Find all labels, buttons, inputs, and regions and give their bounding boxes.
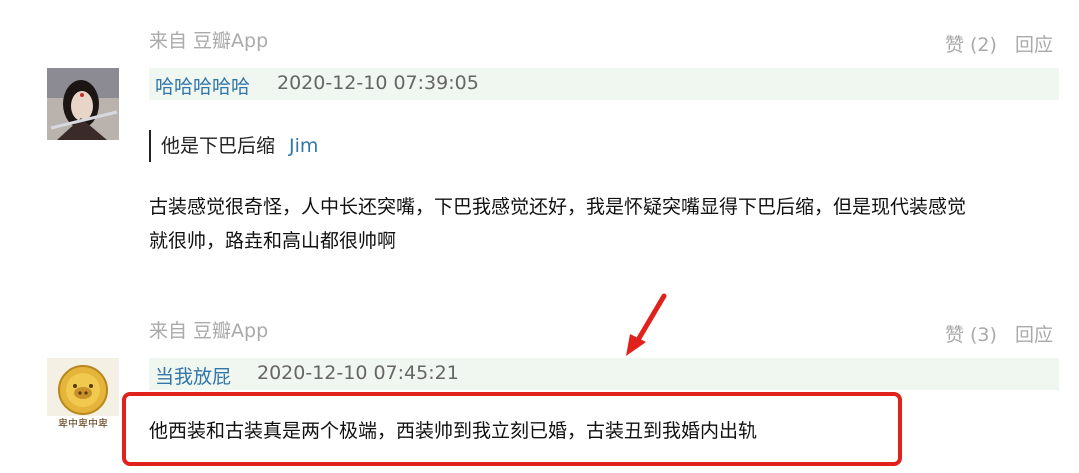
comment-2-username[interactable]: 当我放屁 <box>155 362 231 389</box>
comment-1-source: 来自 豆瓣App <box>149 30 269 52</box>
comment-1-content: 古装感觉很奇怪，人中长还突嘴，下巴我感觉还好，我是怀疑突嘴显得下巴后缩，但是现代… <box>149 190 966 258</box>
comment-2-actions: 赞 (3) 回应 <box>933 320 1053 347</box>
comment-1-header: 哈哈哈哈哈 2020-12-10 07:39:05 <box>149 68 1059 100</box>
comment-1-username[interactable]: 哈哈哈哈哈 <box>155 72 250 99</box>
comment-1-avatar[interactable] <box>47 68 119 140</box>
comment-1-quote: 他是下巴后缩 Jim <box>149 130 318 162</box>
comment-1-like-button[interactable]: 赞 (2) <box>945 34 997 56</box>
comment-1-content-line-1: 古装感觉很奇怪，人中长还突嘴，下巴我感觉还好，我是怀疑突嘴显得下巴后缩，但是现代… <box>149 196 967 218</box>
annotation-arrow-icon <box>626 293 667 356</box>
comment-2-source: 来自 豆瓣App <box>149 320 269 342</box>
comment-2-header: 当我放屁 2020-12-10 07:45:21 <box>149 358 1059 390</box>
comment-1-quote-author[interactable]: Jim <box>289 135 318 157</box>
comment-1-quote-text: 他是下巴后缩 <box>161 135 276 157</box>
comment-1-actions: 赞 (2) 回应 <box>933 30 1053 57</box>
comment-2-avatar-text: 卑中卑中卑 <box>58 417 108 430</box>
comment-2-avatar[interactable]: 卑中卑中卑 <box>47 358 119 430</box>
comment-1-content-line-2: 就很帅，路垚和高山都很帅啊 <box>149 230 397 252</box>
comment-2-timestamp: 2020-12-10 07:45:21 <box>257 362 459 384</box>
comment-1-timestamp: 2020-12-10 07:39:05 <box>277 72 479 94</box>
comment-2-like-button[interactable]: 赞 (3) <box>945 324 997 346</box>
comment-1-reply-button[interactable]: 回应 <box>1015 34 1053 56</box>
highlight-box <box>122 392 902 466</box>
comment-2-reply-button[interactable]: 回应 <box>1015 324 1053 346</box>
